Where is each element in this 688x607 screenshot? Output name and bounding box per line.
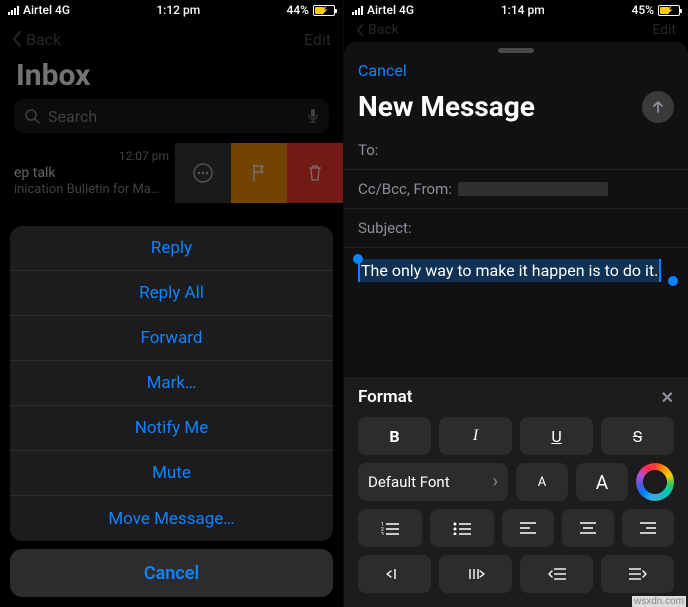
mic-icon[interactable] — [307, 108, 319, 124]
subject-field[interactable]: Subject: — [344, 209, 688, 248]
outdent-icon — [386, 567, 404, 581]
font-size-larger-button[interactable]: A — [576, 463, 628, 501]
action-sheet: Reply Reply All Forward Mark… Notify Me … — [10, 226, 333, 597]
chevron-right-icon: › — [493, 473, 498, 491]
format-panel: Format ✕ B I U S Default Font › A A — [344, 377, 688, 607]
carrier-label: Airtel 4G — [23, 3, 70, 17]
page-title: Inbox — [0, 58, 343, 99]
mail-subject: ep talk — [14, 165, 175, 180]
align-right-button[interactable] — [622, 509, 674, 547]
mail-row[interactable]: 12:07 pm ep talk inication Bulletin for … — [0, 143, 343, 203]
flag-icon — [251, 164, 267, 182]
carrier-label: Airtel 4G — [367, 3, 414, 17]
bullet-list-button[interactable] — [430, 509, 494, 547]
back-button[interactable]: Back — [12, 30, 61, 49]
nav-bar: Back Edit — [0, 20, 343, 58]
bullet-list-icon — [453, 521, 471, 535]
sheet-move[interactable]: Move Message… — [10, 496, 333, 541]
font-label: Default Font — [368, 473, 450, 491]
numbered-list-button[interactable]: 123 — [358, 509, 422, 547]
swipe-more-button[interactable] — [175, 143, 231, 203]
send-button[interactable] — [642, 91, 674, 123]
sheet-mark[interactable]: Mark… — [10, 361, 333, 406]
sheet-notify[interactable]: Notify Me — [10, 406, 333, 451]
compose-title: New Message — [358, 90, 535, 123]
selected-text[interactable]: The only way to make it happen is to do … — [358, 259, 661, 282]
signal-icon — [352, 5, 363, 15]
mail-preview: inication Bulletin for Ma… — [14, 182, 175, 197]
edit-button[interactable]: Edit — [304, 30, 331, 49]
indent-icon — [467, 567, 485, 581]
status-bar: Airtel 4G 1:14 pm 45% ⚡ — [344, 0, 688, 20]
sheet-mute[interactable]: Mute — [10, 451, 333, 496]
cc-from-field[interactable]: Cc/Bcc, From: — [344, 170, 688, 209]
indent-button[interactable] — [439, 555, 512, 593]
from-value-redacted — [458, 182, 608, 196]
battery-percent: 45% — [632, 3, 654, 17]
text-color-button[interactable] — [636, 463, 674, 501]
to-field[interactable]: To: — [344, 131, 688, 170]
quote-left-icon — [548, 567, 566, 581]
sheet-reply[interactable]: Reply — [10, 226, 333, 271]
battery-icon: ⚡ — [658, 5, 680, 16]
numbered-list-icon: 123 — [381, 521, 399, 535]
modal-handle[interactable] — [498, 48, 534, 53]
subject-label: Subject: — [358, 219, 412, 237]
status-time: 1:14 pm — [501, 3, 545, 17]
status-time: 1:12 pm — [156, 3, 200, 17]
outdent-button[interactable] — [358, 555, 431, 593]
compose-cancel-button[interactable]: Cancel — [344, 55, 688, 86]
trash-icon — [307, 164, 323, 182]
arrow-up-icon — [650, 99, 666, 115]
mail-time: 12:07 pm — [14, 149, 175, 163]
sheet-forward[interactable]: Forward — [10, 316, 333, 361]
search-input[interactable]: Search — [14, 99, 329, 133]
font-size-smaller-button[interactable]: A — [516, 463, 568, 501]
bold-button[interactable]: B — [358, 417, 431, 455]
align-center-button[interactable] — [562, 509, 614, 547]
cc-label: Cc/Bcc, From: — [358, 180, 452, 198]
quote-right-button[interactable] — [601, 555, 674, 593]
battery-icon: ⚡ — [313, 5, 335, 16]
back-label: Back — [26, 30, 61, 49]
svg-text:3: 3 — [381, 532, 384, 535]
ellipsis-icon — [193, 163, 213, 183]
sheet-reply-all[interactable]: Reply All — [10, 271, 333, 316]
signal-icon — [8, 5, 19, 15]
chevron-left-icon — [12, 31, 22, 47]
selection-handle-start[interactable] — [353, 254, 363, 264]
align-left-icon — [520, 522, 536, 534]
font-picker-button[interactable]: Default Font › — [358, 463, 508, 501]
underline-button[interactable]: U — [520, 417, 593, 455]
italic-button[interactable]: I — [439, 417, 512, 455]
align-left-button[interactable] — [502, 509, 554, 547]
to-label: To: — [358, 141, 378, 159]
search-icon — [24, 108, 40, 124]
sheet-cancel[interactable]: Cancel — [10, 549, 333, 597]
format-title: Format — [358, 387, 413, 407]
align-center-icon — [580, 522, 596, 534]
quote-left-button[interactable] — [520, 555, 593, 593]
compose-body[interactable]: The only way to make it happen is to do … — [344, 248, 688, 294]
strike-button[interactable]: S — [601, 417, 674, 455]
battery-percent: 44% — [287, 3, 309, 17]
format-close-button[interactable]: ✕ — [661, 388, 674, 407]
quote-right-icon — [629, 567, 647, 581]
selection-handle-end[interactable] — [668, 276, 678, 286]
nav-bar-behind: Back Edit — [344, 20, 688, 40]
watermark: wsxdn.com — [632, 596, 686, 607]
align-right-icon — [640, 522, 656, 534]
search-placeholder: Search — [48, 107, 299, 126]
swipe-trash-button[interactable] — [287, 143, 343, 203]
status-bar: Airtel 4G 1:12 pm 44% ⚡ — [0, 0, 343, 20]
swipe-flag-button[interactable] — [231, 143, 287, 203]
